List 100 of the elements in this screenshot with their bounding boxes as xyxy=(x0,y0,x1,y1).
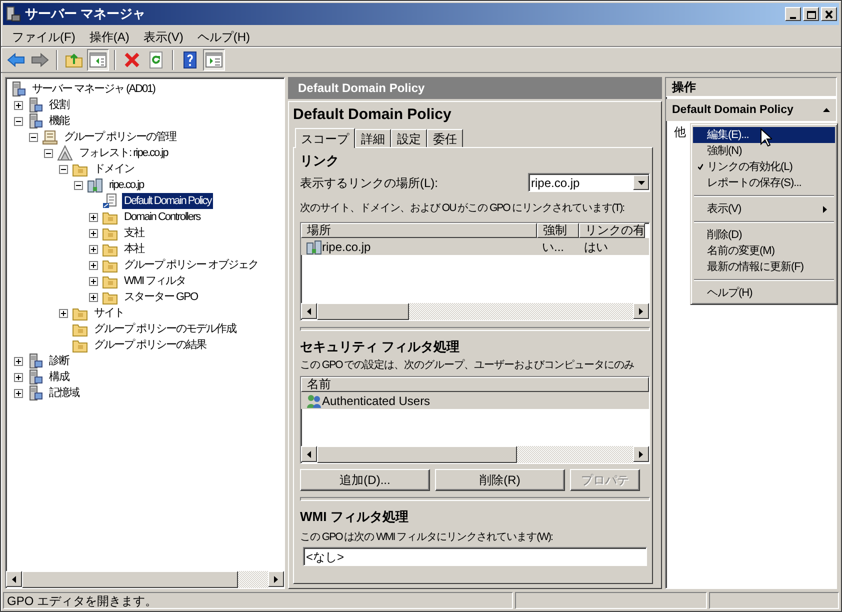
expand-toggle[interactable] xyxy=(59,308,68,318)
table-cell: ripe.co.jp xyxy=(322,238,371,254)
tree-item[interactable]: 支社 xyxy=(122,225,146,241)
expand-toggle[interactable] xyxy=(89,276,98,286)
expand-toggle[interactable] xyxy=(89,228,98,238)
tree-item[interactable]: スターター GPO xyxy=(122,289,200,305)
expand-toggle[interactable] xyxy=(14,388,23,398)
left-arrow-icon[interactable] xyxy=(12,576,16,582)
action-pane-button[interactable] xyxy=(203,49,225,71)
tree-item[interactable]: 機能 xyxy=(47,113,71,129)
left-arrow-icon[interactable] xyxy=(307,308,311,314)
tab[interactable]: スコープ xyxy=(295,128,355,148)
menu-item[interactable]: リンクの有効化(L) xyxy=(693,159,835,175)
action-button[interactable]: 追加(D)... xyxy=(300,469,430,491)
expand-toggle[interactable] xyxy=(89,260,98,270)
collapse-toggle[interactable] xyxy=(14,116,23,126)
server-icon xyxy=(27,385,43,401)
tree-item[interactable]: ドメイン xyxy=(92,161,136,177)
section-header: Default Domain Policy xyxy=(672,103,794,118)
wmi-filter-dropdown[interactable]: <なし> xyxy=(303,547,647,566)
left-arrow-icon[interactable] xyxy=(307,450,311,458)
menu-item[interactable]: ヘルプ(H) xyxy=(693,285,835,301)
menu-item[interactable]: 削除(D) xyxy=(693,227,835,243)
domain-icon xyxy=(87,177,103,193)
table-cell: はい xyxy=(584,238,608,254)
table-cell: い... xyxy=(542,238,564,254)
action-link[interactable]: 他 xyxy=(674,121,686,140)
collapse-toggle[interactable] xyxy=(74,180,83,190)
scrollbar-thumb[interactable] xyxy=(22,571,238,588)
tab[interactable]: 委任 xyxy=(427,129,463,147)
collapse-toggle[interactable] xyxy=(59,164,68,174)
tab[interactable]: 設定 xyxy=(391,129,427,147)
collapse-toggle[interactable] xyxy=(44,148,53,158)
check-icon xyxy=(698,164,703,170)
pane-header: 操作 xyxy=(666,78,836,97)
collapse-toggle[interactable] xyxy=(29,132,38,142)
menu-item[interactable]: ヘルプ(H) xyxy=(190,28,257,44)
column-header[interactable]: 強制 xyxy=(537,223,579,238)
section-heading: リンク xyxy=(300,153,340,169)
maximize-icon[interactable] xyxy=(806,10,816,18)
window-title: サーバー マネージャ xyxy=(25,6,147,22)
tree-item[interactable]: Domain Controllers xyxy=(122,209,202,225)
tree-item[interactable]: グループ ポリシーのモデル作成 xyxy=(92,321,238,337)
server-manager-icon xyxy=(5,6,21,22)
scroll-icon xyxy=(42,129,58,145)
dropdown-arrow-icon[interactable] xyxy=(638,180,644,184)
tree-item[interactable]: WMI フィルタ xyxy=(122,273,188,289)
menu-item[interactable]: 最新の情報に更新(F) xyxy=(693,259,835,275)
tree-item[interactable]: Default Domain Policy xyxy=(122,193,214,209)
menu-item[interactable]: 名前の変更(M) xyxy=(693,243,835,259)
column-header[interactable]: 名前 xyxy=(301,377,649,392)
submenu-arrow-icon xyxy=(823,206,827,212)
expand-toggle[interactable] xyxy=(89,244,98,254)
right-arrow-icon[interactable] xyxy=(639,450,643,458)
pane-header: Default Domain Policy xyxy=(288,77,662,99)
server-icon xyxy=(27,97,43,113)
section-heading: WMI フィルタ処理 xyxy=(300,509,410,525)
menu-item[interactable]: 強制(N) xyxy=(693,143,835,159)
expand-toggle[interactable] xyxy=(89,212,98,222)
location-dropdown[interactable]: ripe.co.jp xyxy=(528,173,650,192)
expand-toggle[interactable] xyxy=(89,292,98,302)
action-button[interactable]: 削除(R) xyxy=(435,469,565,491)
collapse-icon[interactable] xyxy=(823,108,830,112)
table-cell: Authenticated Users xyxy=(322,392,430,408)
expand-toggle[interactable] xyxy=(14,100,23,110)
expand-toggle[interactable] xyxy=(14,372,23,382)
close-icon[interactable] xyxy=(824,10,834,18)
column-header[interactable]: 場所 xyxy=(301,223,537,238)
tab[interactable]: 詳細 xyxy=(355,129,391,147)
section-heading: セキュリティ フィルタ処理 xyxy=(300,339,461,355)
right-arrow-icon[interactable] xyxy=(274,576,278,582)
tree-item[interactable]: 本社 xyxy=(122,241,146,257)
tree-item[interactable]: グループ ポリシーの管理 xyxy=(62,129,178,145)
tree-item[interactable]: グループ ポリシーの結果 xyxy=(92,337,208,353)
console-tree-button[interactable] xyxy=(87,49,109,71)
policy-scroll-icon xyxy=(102,193,118,209)
mouse-pointer-icon xyxy=(760,128,772,148)
menu-item[interactable]: 編集(E)... xyxy=(693,127,835,143)
menu-item[interactable]: レポートの保存(S)... xyxy=(693,175,835,191)
tree-item[interactable]: グループ ポリシー オブジェク xyxy=(122,257,260,273)
tree-item[interactable]: フォレスト: ripe.co.jp xyxy=(77,145,170,161)
server-icon xyxy=(10,81,26,97)
scrollbar-thumb[interactable] xyxy=(317,303,409,320)
expand-toggle[interactable] xyxy=(14,356,23,366)
scrollbar-thumb[interactable] xyxy=(317,446,517,463)
tree-item[interactable]: 診断 xyxy=(47,353,71,369)
menu-item[interactable]: 表示(V) xyxy=(136,28,190,44)
tree-item[interactable]: 構成 xyxy=(47,369,71,385)
list-row[interactable]: Authenticated Users xyxy=(301,392,649,409)
tree-item[interactable]: サイト xyxy=(92,305,126,321)
tree-item[interactable]: ripe.co.jp xyxy=(107,177,146,193)
tree-item[interactable]: 記憶域 xyxy=(47,385,81,401)
menu-item[interactable]: 操作(A) xyxy=(82,28,136,44)
right-arrow-icon[interactable] xyxy=(639,308,643,314)
list-row[interactable]: ripe.co.jp い... はい xyxy=(301,238,649,255)
tree-item[interactable]: サーバー マネージャ (AD01) xyxy=(30,81,157,97)
domain-icon xyxy=(306,238,322,254)
menu-item[interactable]: 表示(V) xyxy=(693,201,835,217)
menu-item[interactable]: ファイル(F) xyxy=(5,28,82,44)
tree-item[interactable]: 役割 xyxy=(47,97,71,113)
